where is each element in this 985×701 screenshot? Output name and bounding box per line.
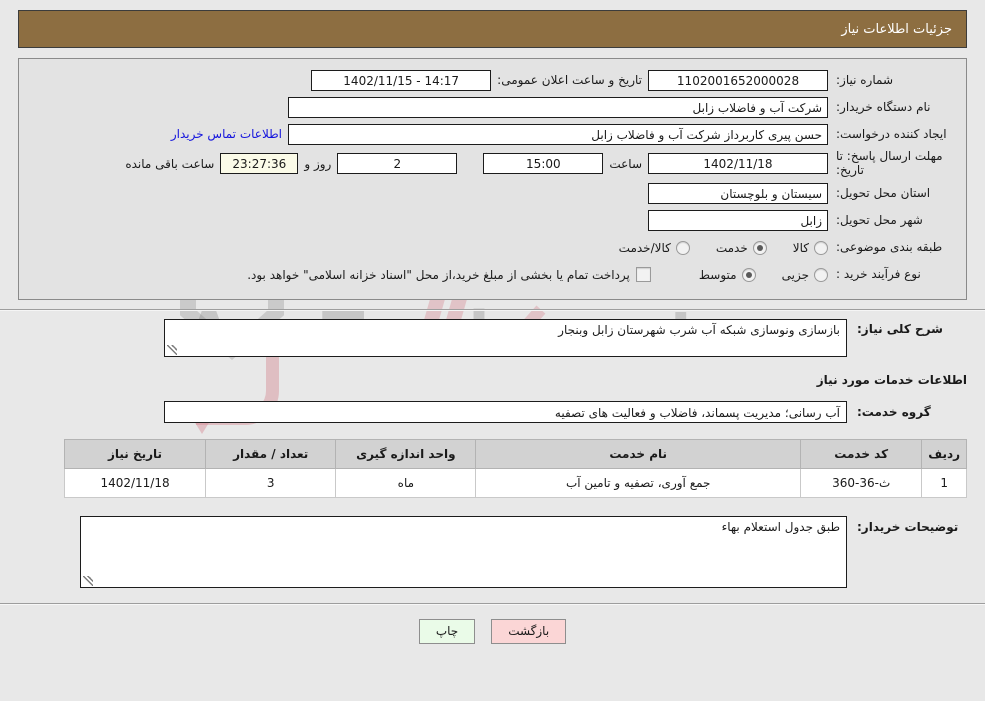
treasury-checkbox[interactable] [635, 267, 651, 283]
radio-icon-kala[interactable] [814, 240, 828, 255]
cell-code: ث-36-360 [800, 467, 923, 498]
radio-icon-jozii[interactable] [814, 267, 828, 282]
radio-icon-motavaset[interactable] [741, 267, 756, 282]
category-option-kala-label: کالا [792, 240, 809, 255]
creator-label: ایجاد کننده درخواست: [836, 126, 947, 141]
col-header-qty: تعداد / مقدار [205, 438, 337, 469]
service-group-label: گروه خدمت: [857, 404, 931, 419]
page-title: جزئیات اطلاعات نیاز [841, 21, 952, 37]
need-description-section: شرح کلی نیاز: بازسازی ونوسازی شبکه آب شر… [18, 311, 967, 588]
radio-icon-kala-khedmat[interactable] [675, 240, 690, 255]
city-label: شهر محل تحویل: [836, 213, 923, 228]
process-option-jozii[interactable]: جزیی [781, 267, 828, 282]
row-request-creator: ایجاد کننده درخواست: حسن پیری کاربرداز ش… [29, 123, 956, 145]
announce-datetime-field[interactable]: 14:17 - 1402/11/15 [311, 69, 492, 91]
row-delivery-city: شهر محل تحویل: زابل [29, 210, 956, 232]
category-option-kala-khedmat[interactable]: کالا/خدمت [618, 240, 690, 255]
items-table-head: ردیف کد خدمت نام خدمت واحد اندازه گیری ت… [63, 438, 967, 469]
col-header-unit: واحد اندازه گیری [335, 438, 477, 469]
page-header-bar: جزئیات اطلاعات نیاز [18, 10, 967, 48]
cell-qty: 3 [205, 467, 337, 498]
remaining-days-field[interactable]: 2 [337, 153, 458, 175]
items-table-body: 1 ث-36-360 جمع آوری، تصفیه و تامین آب ما… [63, 467, 967, 498]
treasury-checkbox-wrapper[interactable]: پرداخت تمام یا بخشی از مبلغ خرید،از محل … [247, 267, 651, 283]
need-description-row: شرح کلی نیاز: بازسازی ونوسازی شبکه آب شر… [18, 318, 967, 357]
process-label: نوع فرآیند خرید : [836, 267, 921, 282]
col-header-radif: ردیف [921, 438, 967, 469]
items-table-header-row: ردیف کد خدمت نام خدمت واحد اندازه گیری ت… [63, 438, 967, 469]
need-number-label: شماره نیاز: [836, 72, 893, 87]
print-button[interactable]: چاپ [418, 618, 476, 644]
row-subject-category: طبقه بندی موضوعی: کالا خدمت کالا/خدمت [29, 237, 956, 259]
cell-date: 1402/11/18 [63, 467, 207, 498]
creator-field[interactable]: حسن پیری کاربرداز شرکت آب و فاضلاب زابل [288, 123, 828, 145]
services-section-heading: اطلاعات خدمات مورد نیاز [816, 372, 967, 387]
footer-buttons: بازگشت چاپ [0, 605, 985, 644]
days-label: روز و [304, 156, 332, 171]
col-header-name: نام خدمت [475, 438, 802, 469]
radio-icon-khedmat[interactable] [752, 240, 767, 255]
page-root: جزئیات اطلاعات نیاز شماره نیاز: 11020016… [0, 10, 985, 644]
table-row: 1 ث-36-360 جمع آوری، تصفیه و تامین آب ما… [63, 467, 967, 498]
deadline-label: مهلت ارسال پاسخ: تا تاریخ: [836, 149, 943, 177]
buyer-notes-label: توضیحات خریدار: [857, 519, 959, 534]
deadline-date-field[interactable]: 1402/11/18 [648, 153, 828, 175]
category-label: طبقه بندی موضوعی: [836, 240, 943, 255]
service-group-row: گروه خدمت: آب رسانی؛ مدیریت پسماند، فاضل… [18, 400, 967, 423]
province-field[interactable]: سیستان و بلوچستان [648, 183, 828, 205]
announce-label: تاریخ و ساعت اعلان عمومی: [497, 73, 642, 87]
row-need-number: شماره نیاز: 1102001652000028 تاریخ و ساع… [29, 69, 956, 91]
items-table: ردیف کد خدمت نام خدمت واحد اندازه گیری ت… [63, 438, 967, 498]
countdown-timer: 23:27:36 [220, 153, 299, 175]
cell-radif: 1 [921, 467, 967, 498]
category-option-kala-khedmat-label: کالا/خدمت [618, 240, 671, 255]
category-radio-group: کالا خدمت کالا/خدمت [593, 240, 828, 255]
need-info-fields: شماره نیاز: 1102001652000028 تاریخ و ساع… [19, 69, 966, 286]
province-label: استان محل تحویل: [836, 186, 931, 201]
category-option-kala[interactable]: کالا [792, 240, 828, 255]
need-description-label: شرح کلی نیاز: [857, 321, 943, 336]
row-delivery-province: استان محل تحویل: سیستان و بلوچستان [29, 183, 956, 205]
process-option-jozii-label: جزیی [781, 267, 809, 282]
process-option-motavaset[interactable]: متوسط [698, 267, 756, 282]
back-button[interactable]: بازگشت [491, 618, 567, 644]
service-group-field[interactable]: آب رسانی؛ مدیریت پسماند، فاضلاب و فعالیت… [164, 400, 847, 423]
row-buyer-org: نام دستگاه خریدار: شرکت آب و فاضلاب زابل [29, 96, 956, 118]
city-field[interactable]: زابل [648, 210, 828, 232]
deadline-time-field[interactable]: 15:00 [483, 153, 604, 175]
buyer-notes-row: توضیحات خریدار: طبق جدول استعلام بهاء [18, 515, 967, 588]
process-radio-group: جزیی متوسط [673, 267, 828, 282]
row-response-deadline: مهلت ارسال پاسخ: تا تاریخ: 1402/11/18 سا… [29, 149, 956, 178]
category-option-khedmat[interactable]: خدمت [715, 240, 767, 255]
cell-name: جمع آوری، تصفیه و تامین آب [475, 467, 802, 498]
buyer-notes-textarea[interactable]: طبق جدول استعلام بهاء [80, 515, 847, 588]
cell-unit: ماه [335, 467, 477, 498]
remaining-hours-label: ساعت باقی مانده [125, 156, 215, 171]
need-number-field[interactable]: 1102001652000028 [648, 69, 828, 91]
buyer-org-label: نام دستگاه خریدار: [836, 99, 931, 114]
col-header-code: کد خدمت [800, 438, 923, 469]
buyer-contact-link[interactable]: اطلاعات تماس خریدار [165, 127, 288, 141]
category-option-khedmat-label: خدمت [715, 240, 748, 255]
treasury-checkbox-label: پرداخت تمام یا بخشی از مبلغ خرید،از محل … [247, 267, 630, 282]
need-info-panel: شماره نیاز: 1102001652000028 تاریخ و ساع… [18, 58, 967, 300]
col-header-date: تاریخ نیاز [63, 438, 207, 469]
process-option-motavaset-label: متوسط [698, 267, 737, 282]
row-purchase-process: نوع فرآیند خرید : جزیی متوسط پرداخت تمام… [29, 264, 956, 286]
need-description-textarea[interactable]: بازسازی ونوسازی شبکه آب شرب شهرستان زابل… [164, 318, 847, 357]
buyer-org-field[interactable]: شرکت آب و فاضلاب زابل [288, 96, 828, 118]
hour-label: ساعت [609, 156, 642, 171]
